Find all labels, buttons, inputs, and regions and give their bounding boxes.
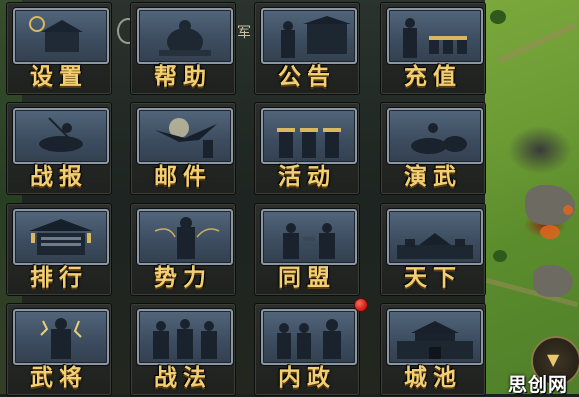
announcement-icon	[261, 8, 357, 64]
menu-label: 同盟	[278, 264, 336, 291]
menu-tile-generals[interactable]: 武将	[6, 303, 112, 396]
map-road	[497, 22, 577, 64]
tactics-icon	[137, 309, 233, 365]
menu-label: 战报	[30, 163, 88, 190]
menu-tile-domestic[interactable]: 内政	[254, 303, 360, 396]
menu-tile-battle-report[interactable]: 战报	[6, 102, 112, 195]
faction-icon	[137, 209, 233, 265]
menu-tile-drill[interactable]: 演武	[380, 102, 486, 195]
menu-tile-faction[interactable]: 势力	[130, 203, 236, 296]
settings-icon	[13, 8, 109, 64]
menu-tile-settings[interactable]: 设置	[6, 2, 112, 95]
menu-tile-city[interactable]: 城池	[380, 303, 486, 396]
map-fire	[540, 225, 560, 239]
domestic-icon	[261, 309, 357, 365]
menu-label: 帮助	[154, 63, 212, 90]
chevron-down-icon: ▼	[547, 350, 560, 369]
ranking-icon	[13, 209, 109, 265]
menu-label: 公告	[278, 63, 336, 90]
mail-icon	[137, 108, 233, 164]
world-map-background	[485, 0, 579, 394]
drill-icon	[387, 108, 483, 164]
menu-tile-recharge[interactable]: 充值	[380, 2, 486, 95]
menu-label: 设置	[30, 63, 88, 90]
menu-tile-announcement[interactable]: 公告	[254, 2, 360, 95]
menu-label: 城池	[404, 364, 462, 391]
menu-tile-ranking[interactable]: 排行	[6, 203, 112, 296]
events-icon	[261, 108, 357, 164]
notification-badge	[354, 298, 368, 312]
menu-label: 充值	[404, 63, 462, 90]
menu-label: 势力	[154, 264, 212, 291]
map-rock	[533, 265, 573, 297]
help-icon	[137, 8, 233, 64]
menu-tile-help[interactable]: 帮助	[130, 2, 236, 95]
menu-label: 排行	[30, 264, 88, 291]
world-icon	[387, 209, 483, 265]
menu-label: 武将	[30, 364, 88, 391]
alliance-icon	[261, 209, 357, 265]
menu-tile-tactics[interactable]: 战法	[130, 303, 236, 396]
watermark: 思创网	[508, 374, 569, 396]
battle-report-icon	[13, 108, 109, 164]
menu-label: 演武	[404, 163, 462, 190]
menu-tile-mail[interactable]: 邮件	[130, 102, 236, 195]
menu-label: 战法	[154, 364, 212, 391]
city-icon	[387, 309, 483, 365]
map-fire	[563, 205, 573, 215]
map-tree	[493, 250, 507, 262]
menu-label: 邮件	[154, 163, 212, 190]
menu-tile-world[interactable]: 天下	[380, 203, 486, 296]
menu-tile-alliance[interactable]: 同盟	[254, 203, 360, 296]
partial-tab-label: 军	[237, 25, 251, 41]
menu-tile-events[interactable]: 活动	[254, 102, 360, 195]
menu-label: 内政	[278, 364, 336, 391]
recharge-icon	[387, 8, 483, 64]
generals-icon	[13, 309, 109, 365]
menu-label: 活动	[278, 163, 336, 190]
map-tree	[490, 10, 506, 24]
menu-label: 天下	[404, 264, 462, 291]
